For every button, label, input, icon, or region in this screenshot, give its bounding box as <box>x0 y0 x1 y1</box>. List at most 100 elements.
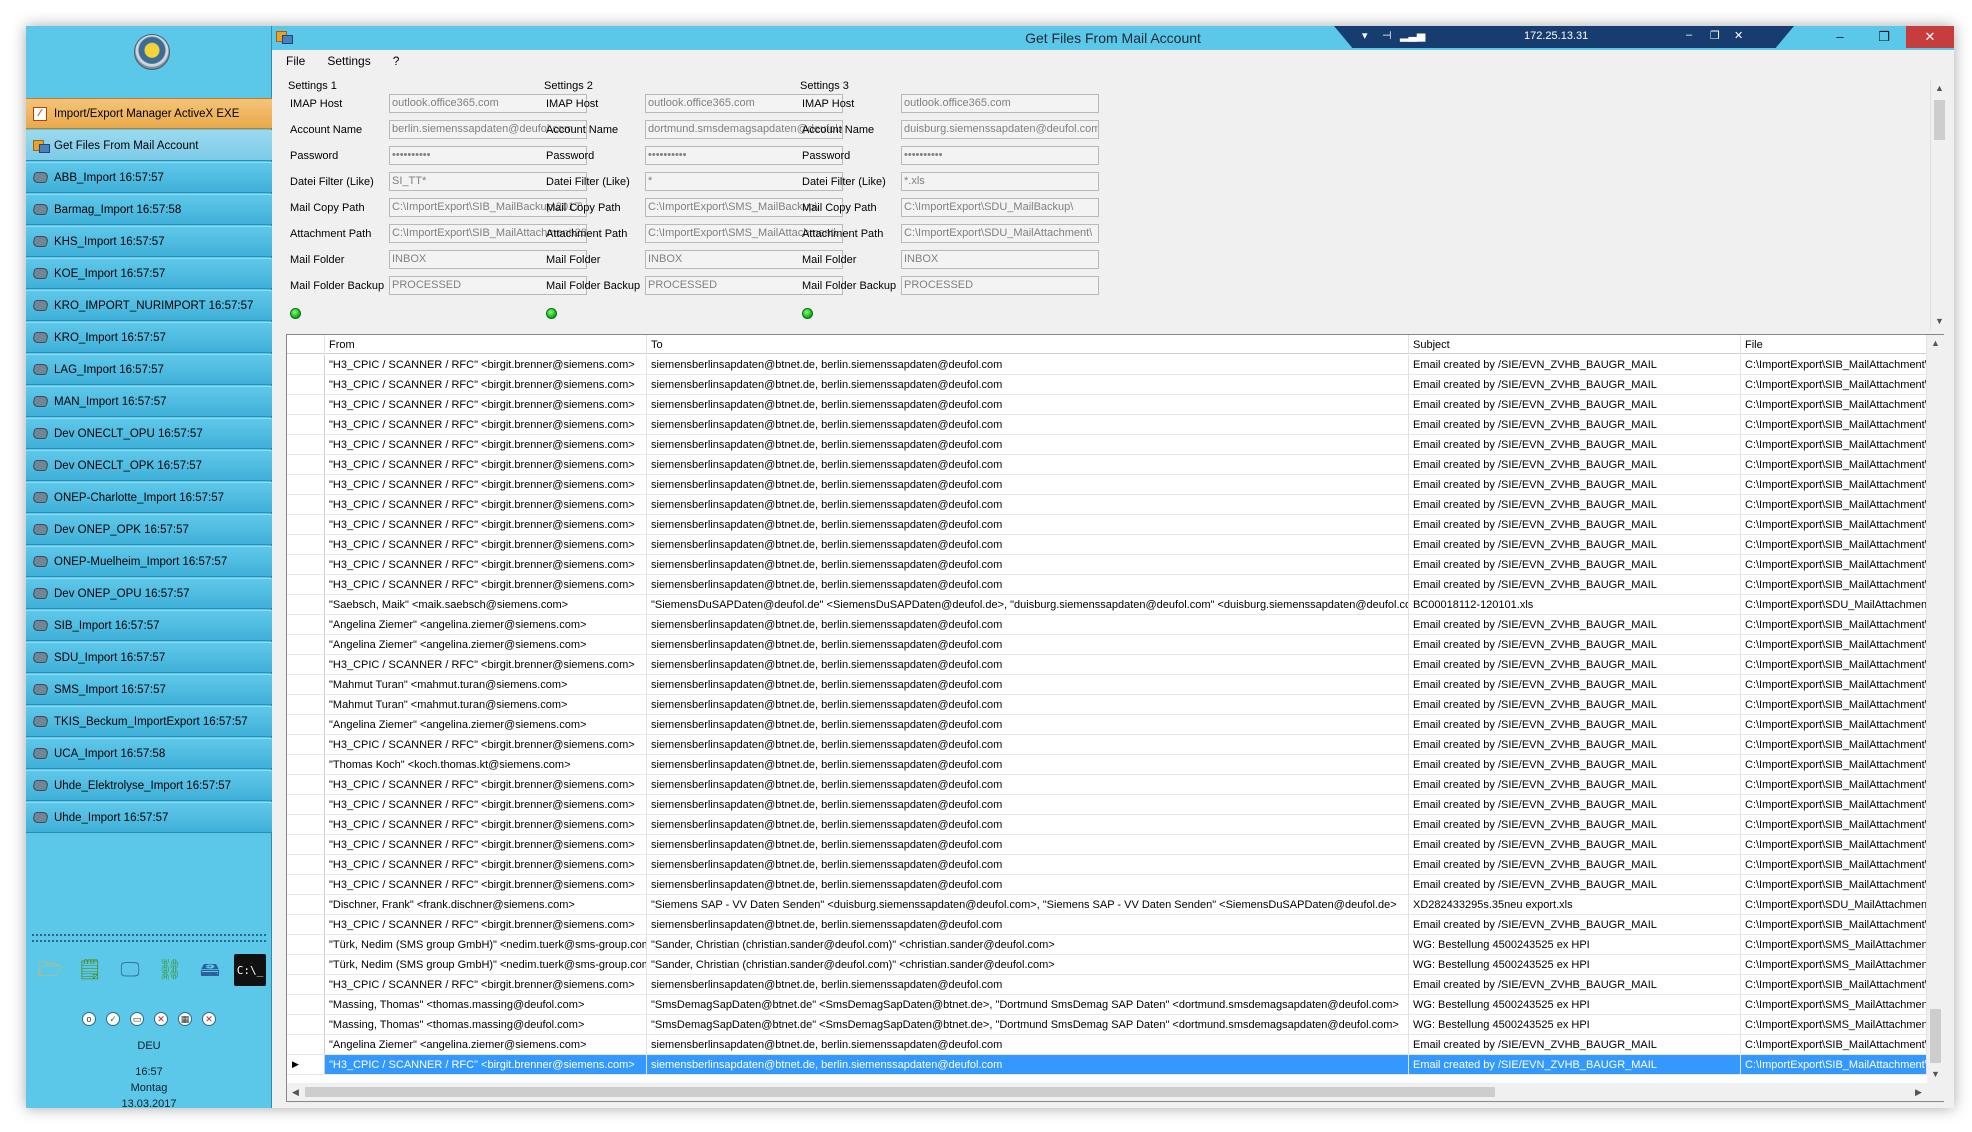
table-row[interactable]: "Saebsch, Maik" <maik.saebsch@siemens.co… <box>287 595 1927 615</box>
cell-file[interactable]: C:\ImportExport\SMS_MailAttachment\ <box>1741 1015 1927 1034</box>
password-input[interactable]: •••••••••• <box>901 146 1099 165</box>
sidebar-item[interactable]: ABB_Import 16:57:57 <box>26 162 272 193</box>
column-header-from[interactable]: From <box>325 335 647 354</box>
cell-subject[interactable]: Email created by /SIE/EVN_ZVHB_BAUGR_MAI… <box>1409 655 1741 674</box>
cell-from[interactable]: "H3_CPIC / SCANNER / RFC" <birgit.brenne… <box>325 815 647 834</box>
table-row[interactable]: "H3_CPIC / SCANNER / RFC" <birgit.brenne… <box>287 655 1927 675</box>
attachment-path-input[interactable]: C:\ImportExport\SDU_MailAttachment\ <box>901 224 1099 243</box>
row-header[interactable] <box>287 1015 325 1034</box>
cell-subject[interactable]: Email created by /SIE/EVN_ZVHB_BAUGR_MAI… <box>1409 815 1741 834</box>
row-header[interactable] <box>287 675 325 694</box>
cell-file[interactable]: C:\ImportExport\SIB_MailAttachment\ <box>1741 495 1927 514</box>
cell-subject[interactable]: Email created by /SIE/EVN_ZVHB_BAUGR_MAI… <box>1409 795 1741 814</box>
row-header[interactable] <box>287 735 325 754</box>
sidebar-item[interactable]: Dev ONECLT_OPU 16:57:57 <box>26 418 272 449</box>
cell-from[interactable]: "H3_CPIC / SCANNER / RFC" <birgit.brenne… <box>325 855 647 874</box>
cell-to[interactable]: siemensberlinsapdaten@btnet.de, berlin.s… <box>647 695 1409 714</box>
cell-subject[interactable]: Email created by /SIE/EVN_ZVHB_BAUGR_MAI… <box>1409 675 1741 694</box>
cell-from[interactable]: "H3_CPIC / SCANNER / RFC" <birgit.brenne… <box>325 1055 647 1074</box>
menu-file[interactable]: File <box>272 50 313 72</box>
table-row[interactable]: "Mahmut Turan" <mahmut.turan@siemens.com… <box>287 675 1927 695</box>
cell-subject[interactable]: Email created by /SIE/EVN_ZVHB_BAUGR_MAI… <box>1409 855 1741 874</box>
cell-to[interactable]: siemensberlinsapdaten@btnet.de, berlin.s… <box>647 1035 1409 1054</box>
pin-icon[interactable]: ⊣ <box>1382 29 1392 42</box>
cell-from[interactable]: "H3_CPIC / SCANNER / RFC" <birgit.brenne… <box>325 555 647 574</box>
row-header[interactable] <box>287 955 325 974</box>
sync-icon[interactable]: ✓ <box>106 1012 120 1026</box>
cell-file[interactable]: C:\ImportExport\SIB_MailAttachment\ <box>1741 555 1927 574</box>
mail-folder-backup-input[interactable]: PROCESSED <box>901 276 1099 295</box>
cell-file[interactable]: C:\ImportExport\SIB_MailAttachment\ <box>1741 615 1927 634</box>
table-row[interactable]: "H3_CPIC / SCANNER / RFC" <birgit.brenne… <box>287 575 1927 595</box>
cell-to[interactable]: siemensberlinsapdaten@btnet.de, berlin.s… <box>647 535 1409 554</box>
cell-file[interactable]: C:\ImportExport\SIB_MailAttachment\ <box>1741 775 1927 794</box>
cell-to[interactable]: "Sander, Christian (christian.sander@deu… <box>647 955 1409 974</box>
cell-from[interactable]: "H3_CPIC / SCANNER / RFC" <birgit.brenne… <box>325 395 647 414</box>
scroll-left-icon[interactable]: ◀ <box>287 1083 304 1101</box>
table-row[interactable]: "Massing, Thomas" <thomas.massing@deufol… <box>287 995 1927 1015</box>
cell-from[interactable]: "Saebsch, Maik" <maik.saebsch@siemens.co… <box>325 595 647 614</box>
table-row[interactable]: "H3_CPIC / SCANNER / RFC" <birgit.brenne… <box>287 795 1927 815</box>
sidebar-item[interactable]: ONEP-Muelheim_Import 16:57:57 <box>26 546 272 577</box>
sidebar-item[interactable]: Get Files From Mail Account <box>26 130 272 161</box>
table-row[interactable]: "H3_CPIC / SCANNER / RFC" <birgit.brenne… <box>287 535 1927 555</box>
cell-to[interactable]: siemensberlinsapdaten@btnet.de, berlin.s… <box>647 655 1409 674</box>
sidebar-item[interactable]: Uhde_Import 16:57:57 <box>26 802 272 833</box>
row-header[interactable] <box>287 995 325 1014</box>
file-filter-input[interactable]: *.xls <box>901 172 1099 191</box>
row-header[interactable] <box>287 535 325 554</box>
cell-from[interactable]: "Türk, Nedim (SMS group GmbH)" <nedim.tu… <box>325 935 647 954</box>
cell-file[interactable]: C:\ImportExport\SIB_MailAttachment\ <box>1741 535 1927 554</box>
network-icon[interactable]: ⛓ <box>154 954 186 986</box>
cell-file[interactable]: C:\ImportExport\SDU_MailAttachment\ <box>1741 595 1927 614</box>
cell-from[interactable]: "H3_CPIC / SCANNER / RFC" <birgit.brenne… <box>325 415 647 434</box>
row-header[interactable] <box>287 1035 325 1054</box>
cell-to[interactable]: siemensberlinsapdaten@btnet.de, berlin.s… <box>647 775 1409 794</box>
cell-subject[interactable]: Email created by /SIE/EVN_ZVHB_BAUGR_MAI… <box>1409 695 1741 714</box>
cell-file[interactable]: C:\ImportExport\SIB_MailAttachment\ <box>1741 435 1927 454</box>
table-row[interactable]: "Dischner, Frank" <frank.dischner@siemen… <box>287 895 1927 915</box>
table-row[interactable]: "Angelina Ziemer" <angelina.ziemer@sieme… <box>287 615 1927 635</box>
sidebar-item[interactable]: SMS_Import 16:57:57 <box>26 674 272 705</box>
table-row[interactable]: "H3_CPIC / SCANNER / RFC" <birgit.brenne… <box>287 815 1927 835</box>
cell-file[interactable]: C:\ImportExport\SIB_MailAttachment\ <box>1741 415 1927 434</box>
sidebar-item[interactable]: TKIS_Beckum_ImportExport 16:57:57 <box>26 706 272 737</box>
cell-subject[interactable]: Email created by /SIE/EVN_ZVHB_BAUGR_MAI… <box>1409 875 1741 894</box>
row-header[interactable] <box>287 415 325 434</box>
scroll-thumb[interactable] <box>1930 1009 1941 1063</box>
table-row[interactable]: "H3_CPIC / SCANNER / RFC" <birgit.brenne… <box>287 495 1927 515</box>
cell-subject[interactable]: Email created by /SIE/EVN_ZVHB_BAUGR_MAI… <box>1409 395 1741 414</box>
cell-from[interactable]: "H3_CPIC / SCANNER / RFC" <birgit.brenne… <box>325 795 647 814</box>
table-row[interactable]: "Türk, Nedim (SMS group GmbH)" <nedim.tu… <box>287 955 1927 975</box>
cell-file[interactable]: C:\ImportExport\SDU_MailAttachment\ <box>1741 895 1927 914</box>
scroll-down-icon[interactable]: ▼ <box>1931 313 1948 330</box>
cell-file[interactable]: C:\ImportExport\SIB_MailAttachment\ <box>1741 975 1927 994</box>
settings-scrollbar[interactable]: ▲ ▼ <box>1930 80 1947 330</box>
cell-subject[interactable]: Email created by /SIE/EVN_ZVHB_BAUGR_MAI… <box>1409 555 1741 574</box>
cell-from[interactable]: "H3_CPIC / SCANNER / RFC" <birgit.brenne… <box>325 495 647 514</box>
cell-to[interactable]: siemensberlinsapdaten@btnet.de, berlin.s… <box>647 915 1409 934</box>
cell-subject[interactable]: Email created by /SIE/EVN_ZVHB_BAUGR_MAI… <box>1409 495 1741 514</box>
table-row[interactable]: "H3_CPIC / SCANNER / RFC" <birgit.brenne… <box>287 735 1927 755</box>
row-header[interactable] <box>287 795 325 814</box>
cell-from[interactable]: "H3_CPIC / SCANNER / RFC" <birgit.brenne… <box>325 775 647 794</box>
cell-to[interactable]: siemensberlinsapdaten@btnet.de, berlin.s… <box>647 835 1409 854</box>
cell-to[interactable]: siemensberlinsapdaten@btnet.de, berlin.s… <box>647 715 1409 734</box>
table-row[interactable]: "H3_CPIC / SCANNER / RFC" <birgit.brenne… <box>287 515 1927 535</box>
cell-subject[interactable]: Email created by /SIE/EVN_ZVHB_BAUGR_MAI… <box>1409 615 1741 634</box>
cell-subject[interactable]: Email created by /SIE/EVN_ZVHB_BAUGR_MAI… <box>1409 1035 1741 1054</box>
cell-to[interactable]: siemensberlinsapdaten@btnet.de, berlin.s… <box>647 855 1409 874</box>
cell-subject[interactable]: WG: Bestellung 4500243525 ex HPI <box>1409 955 1741 974</box>
net-icon[interactable]: ▦ <box>178 1012 192 1026</box>
table-row[interactable]: "Angelina Ziemer" <angelina.ziemer@sieme… <box>287 715 1927 735</box>
sidebar-item[interactable]: Dev ONEP_OPK 16:57:57 <box>26 514 272 545</box>
imap-host-input[interactable]: outlook.office365.com <box>901 94 1099 113</box>
table-row[interactable]: "H3_CPIC / SCANNER / RFC" <birgit.brenne… <box>287 455 1927 475</box>
monitor-icon[interactable]: 🖵 <box>114 954 146 986</box>
cell-subject[interactable]: Email created by /SIE/EVN_ZVHB_BAUGR_MAI… <box>1409 575 1741 594</box>
rdp-close-icon[interactable]: ✕ <box>1734 29 1743 42</box>
table-row[interactable]: "H3_CPIC / SCANNER / RFC" <birgit.brenne… <box>287 355 1927 375</box>
row-header[interactable] <box>287 875 325 894</box>
cell-from[interactable]: "Angelina Ziemer" <angelina.ziemer@sieme… <box>325 635 647 654</box>
cell-file[interactable]: C:\ImportExport\SIB_MailAttachment\ <box>1741 855 1927 874</box>
